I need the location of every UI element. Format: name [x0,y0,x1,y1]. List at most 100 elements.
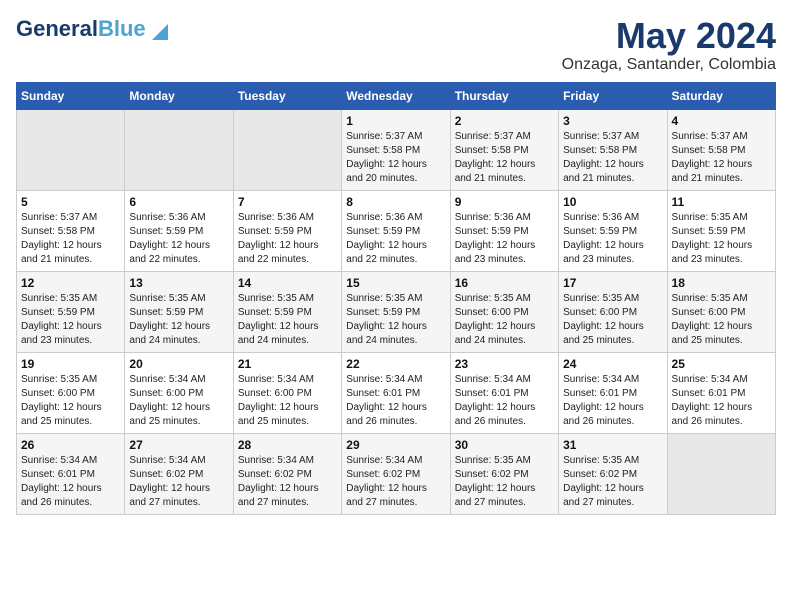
day-info: Sunrise: 5:35 AM Sunset: 5:59 PM Dayligh… [21,292,120,348]
calendar-cell: 8 Sunrise: 5:36 AM Sunset: 5:59 PM Daylig… [342,190,450,271]
calendar-cell: 17Sunrise: 5:35 AM Sunset: 6:00 PM Dayli… [559,271,667,352]
calendar-cell: 27 Sunrise: 5:34 AM Sunset: 6:02 PM Dayli… [125,433,233,514]
logo-general: General [16,16,98,41]
calendar-cell: 4 Sunrise: 5:37 AM Sunset: 5:58 PM Daylig… [667,109,775,190]
day-number: 28 [238,438,337,452]
day-info: Sunrise: 5:35 AM Sunset: 6:02 PM Dayligh… [455,454,554,510]
day-number: 31 [563,438,662,452]
day-header: Thursday [450,82,558,109]
calendar-cell: 19Sunrise: 5:35 AM Sunset: 6:00 PM Dayli… [17,352,125,433]
header-row: SundayMondayTuesdayWednesdayThursdayFrid… [17,82,776,109]
day-number: 23 [455,357,554,371]
day-number: 27 [129,438,228,452]
day-number: 10 [563,195,662,209]
day-number: 16 [455,276,554,290]
day-info: Sunrise: 5:36 AM Sunset: 5:59 PM Dayligh… [129,211,228,267]
day-number: 8 [346,195,445,209]
calendar-week-row: 19Sunrise: 5:35 AM Sunset: 6:00 PM Dayli… [17,352,776,433]
calendar-cell: 28 Sunrise: 5:34 AM Sunset: 6:02 PM Dayli… [233,433,341,514]
day-info: Sunrise: 5:34 AM Sunset: 6:01 PM Dayligh… [455,373,554,429]
day-header: Saturday [667,82,775,109]
logo: GeneralBlue [16,16,168,42]
day-number: 1 [346,114,445,128]
day-info: Sunrise: 5:36 AM Sunset: 5:59 PM Dayligh… [346,211,445,267]
day-info: Sunrise: 5:35 AM Sunset: 5:59 PM Dayligh… [672,211,771,267]
day-info: Sunrise: 5:34 AM Sunset: 6:02 PM Dayligh… [238,454,337,510]
day-header: Friday [559,82,667,109]
calendar-table: SundayMondayTuesdayWednesdayThursdayFrid… [16,82,776,515]
day-number: 15 [346,276,445,290]
page-subtitle: Onzaga, Santander, Colombia [562,56,776,74]
day-header: Tuesday [233,82,341,109]
calendar-cell: 25 Sunrise: 5:34 AM Sunset: 6:01 PM Dayli… [667,352,775,433]
day-number: 7 [238,195,337,209]
calendar-cell: 16 Sunrise: 5:35 AM Sunset: 6:00 PM Dayli… [450,271,558,352]
day-info: Sunrise: 5:35 AM Sunset: 6:00 PM Dayligh… [672,292,771,348]
calendar-cell: 21 Sunrise: 5:34 AM Sunset: 6:00 PM Dayli… [233,352,341,433]
calendar-cell: 9 Sunrise: 5:36 AM Sunset: 5:59 PM Daylig… [450,190,558,271]
day-info: Sunrise: 5:37 AM Sunset: 5:58 PM Dayligh… [21,211,120,267]
day-info: Sunrise: 5:37 AM Sunset: 5:58 PM Dayligh… [346,130,445,186]
calendar-cell [233,109,341,190]
calendar-header: SundayMondayTuesdayWednesdayThursdayFrid… [17,82,776,109]
day-header: Monday [125,82,233,109]
day-number: 9 [455,195,554,209]
day-info: Sunrise: 5:34 AM Sunset: 6:01 PM Dayligh… [563,373,662,429]
day-info: Sunrise: 5:34 AM Sunset: 6:00 PM Dayligh… [129,373,228,429]
calendar-cell: 2 Sunrise: 5:37 AM Sunset: 5:58 PM Daylig… [450,109,558,190]
day-number: 30 [455,438,554,452]
day-number: 13 [129,276,228,290]
logo-arrow-icon [152,24,168,40]
calendar-body: 1 Sunrise: 5:37 AM Sunset: 5:58 PM Daylig… [17,109,776,514]
calendar-cell: 15Sunrise: 5:35 AM Sunset: 5:59 PM Dayli… [342,271,450,352]
calendar-cell: 13 Sunrise: 5:35 AM Sunset: 5:59 PM Dayli… [125,271,233,352]
day-number: 26 [21,438,120,452]
calendar-cell: 11Sunrise: 5:35 AM Sunset: 5:59 PM Dayli… [667,190,775,271]
calendar-cell: 26 Sunrise: 5:34 AM Sunset: 6:01 PM Dayli… [17,433,125,514]
calendar-cell: 31Sunrise: 5:35 AM Sunset: 6:02 PM Dayli… [559,433,667,514]
calendar-cell: 12Sunrise: 5:35 AM Sunset: 5:59 PM Dayli… [17,271,125,352]
day-info: Sunrise: 5:37 AM Sunset: 5:58 PM Dayligh… [672,130,771,186]
day-number: 3 [563,114,662,128]
day-number: 29 [346,438,445,452]
calendar-week-row: 26 Sunrise: 5:34 AM Sunset: 6:01 PM Dayli… [17,433,776,514]
calendar-cell [125,109,233,190]
page-title: May 2024 [562,16,776,56]
calendar-cell: 3 Sunrise: 5:37 AM Sunset: 5:58 PM Daylig… [559,109,667,190]
day-info: Sunrise: 5:36 AM Sunset: 5:59 PM Dayligh… [455,211,554,267]
day-info: Sunrise: 5:36 AM Sunset: 5:59 PM Dayligh… [563,211,662,267]
day-number: 14 [238,276,337,290]
calendar-cell: 23 Sunrise: 5:34 AM Sunset: 6:01 PM Dayli… [450,352,558,433]
day-info: Sunrise: 5:35 AM Sunset: 6:00 PM Dayligh… [563,292,662,348]
day-number: 6 [129,195,228,209]
calendar-cell: 6 Sunrise: 5:36 AM Sunset: 5:59 PM Daylig… [125,190,233,271]
day-info: Sunrise: 5:37 AM Sunset: 5:58 PM Dayligh… [455,130,554,186]
calendar-week-row: 12Sunrise: 5:35 AM Sunset: 5:59 PM Dayli… [17,271,776,352]
page-header: GeneralBlue May 2024 Onzaga, Santander, … [16,16,776,74]
day-info: Sunrise: 5:34 AM Sunset: 6:02 PM Dayligh… [129,454,228,510]
day-number: 21 [238,357,337,371]
day-info: Sunrise: 5:36 AM Sunset: 5:59 PM Dayligh… [238,211,337,267]
day-info: Sunrise: 5:35 AM Sunset: 6:00 PM Dayligh… [455,292,554,348]
calendar-cell: 14 Sunrise: 5:35 AM Sunset: 5:59 PM Dayli… [233,271,341,352]
calendar-cell: 24 Sunrise: 5:34 AM Sunset: 6:01 PM Dayli… [559,352,667,433]
day-info: Sunrise: 5:34 AM Sunset: 6:01 PM Dayligh… [346,373,445,429]
day-number: 24 [563,357,662,371]
day-info: Sunrise: 5:35 AM Sunset: 5:59 PM Dayligh… [238,292,337,348]
day-number: 22 [346,357,445,371]
day-header: Sunday [17,82,125,109]
calendar-cell: 20Sunrise: 5:34 AM Sunset: 6:00 PM Dayli… [125,352,233,433]
day-info: Sunrise: 5:34 AM Sunset: 6:00 PM Dayligh… [238,373,337,429]
day-info: Sunrise: 5:34 AM Sunset: 6:01 PM Dayligh… [21,454,120,510]
calendar-cell: 5Sunrise: 5:37 AM Sunset: 5:58 PM Daylig… [17,190,125,271]
calendar-cell: 18Sunrise: 5:35 AM Sunset: 6:00 PM Dayli… [667,271,775,352]
day-number: 2 [455,114,554,128]
day-number: 25 [672,357,771,371]
day-info: Sunrise: 5:34 AM Sunset: 6:01 PM Dayligh… [672,373,771,429]
calendar-week-row: 5Sunrise: 5:37 AM Sunset: 5:58 PM Daylig… [17,190,776,271]
day-info: Sunrise: 5:35 AM Sunset: 5:59 PM Dayligh… [129,292,228,348]
day-info: Sunrise: 5:37 AM Sunset: 5:58 PM Dayligh… [563,130,662,186]
calendar-week-row: 1 Sunrise: 5:37 AM Sunset: 5:58 PM Daylig… [17,109,776,190]
day-number: 4 [672,114,771,128]
calendar-cell [17,109,125,190]
